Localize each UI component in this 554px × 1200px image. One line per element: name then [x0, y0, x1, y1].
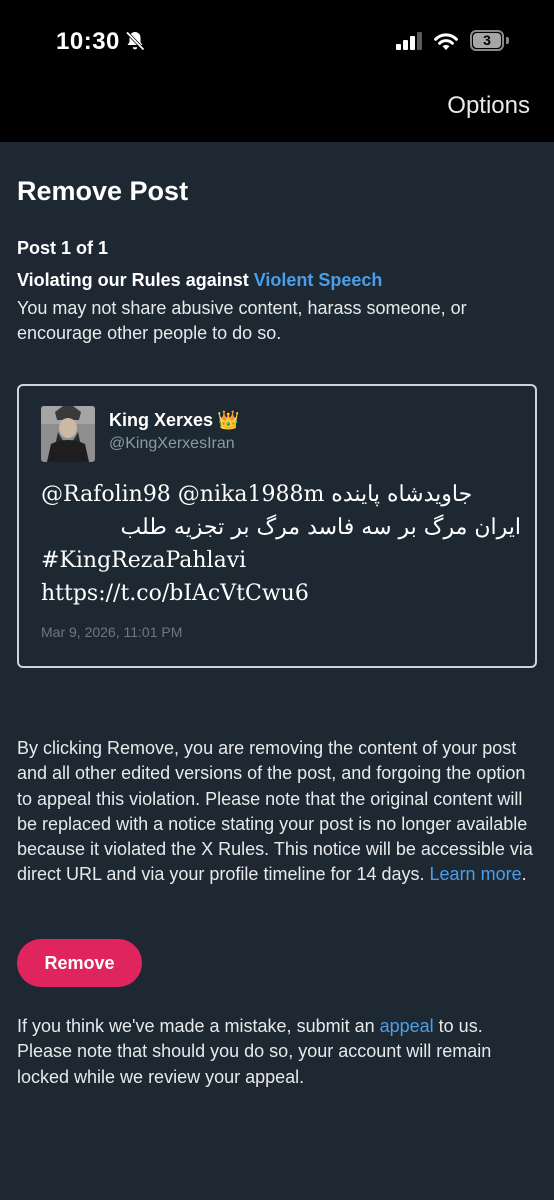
signal-icon	[396, 32, 422, 50]
appeal-link[interactable]: appeal	[380, 1016, 434, 1036]
explanation-text: By clicking Remove, you are removing the…	[17, 738, 533, 885]
tweet-author-name[interactable]: King Xerxes 👑	[109, 410, 239, 431]
appeal-notice: If you think we've made a mistake, submi…	[17, 1014, 541, 1090]
wifi-icon	[434, 33, 458, 50]
remove-button[interactable]: Remove	[17, 939, 142, 987]
learn-more-link[interactable]: Learn more	[430, 864, 522, 884]
top-bar: 10:30 3 Options	[0, 0, 554, 142]
violation-prefix: Violating our Rules against	[17, 270, 254, 290]
options-button[interactable]: Options	[447, 92, 530, 120]
tweet-author-handle[interactable]: @KingXerxesIran	[109, 435, 235, 453]
tweet-line: ایران مرگ بر سه فاسد مرگ بر تجزیه طلب	[120, 515, 521, 540]
battery-nub	[506, 37, 509, 44]
tweet-link[interactable]: https://t.co/bIAcVtCwu6	[41, 577, 521, 610]
tweet-card: King Xerxes 👑 @KingXerxesIran @Rafolin98 …	[17, 384, 537, 668]
page-title: Remove Post	[17, 176, 189, 206]
battery-icon: 3	[470, 30, 504, 51]
explanation-trailing: .	[521, 864, 527, 885]
violation-description: You may not share abusive content, haras…	[17, 298, 467, 343]
post-count: Post 1 of 1	[17, 238, 109, 258]
author-name: King Xerxes	[109, 410, 214, 430]
violation-heading: Violating our Rules against Violent Spee…	[17, 270, 382, 291]
battery-level: 3	[473, 33, 501, 48]
violent-speech-link[interactable]: Violent Speech	[254, 270, 383, 290]
appeal-prefix: If you think we've made a mistake, submi…	[17, 1016, 380, 1036]
tweet-text: @Rafolin98 @nika1988m جاویدشاه پاینده ای…	[41, 478, 521, 610]
crown-icon: 👑	[217, 410, 240, 430]
tweet-timestamp: Mar 9, 2026, 11:01 PM	[41, 624, 183, 640]
avatar	[41, 406, 95, 462]
tweet-hashtag[interactable]: #KingRezaPahlavi	[41, 544, 521, 577]
tweet-line: @Rafolin98 @nika1988m جاویدشاه پاینده	[41, 482, 473, 507]
status-time: 10:30	[56, 28, 120, 55]
bell-slash-icon	[125, 31, 145, 51]
removal-explanation: By clicking Remove, you are removing the…	[17, 736, 541, 888]
